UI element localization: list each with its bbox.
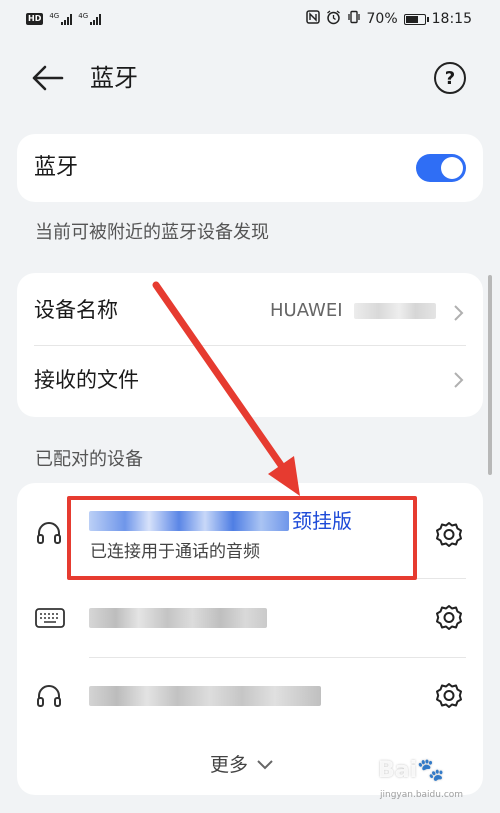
clock: 18:15 (431, 11, 472, 27)
paired-device-row[interactable]: 颈挂版 已连接用于通话的音频 (17, 483, 483, 578)
received-files-row[interactable]: 接收的文件 (17, 346, 483, 417)
paired-devices-label: 已配对的设备 (35, 449, 143, 470)
toggle-knob (441, 157, 463, 179)
battery-percent: 70% (366, 11, 398, 27)
headphones-icon (37, 685, 61, 707)
device-settings-button[interactable] (431, 600, 467, 636)
device-settings-button[interactable] (431, 517, 467, 553)
device-name-label: 设备名称 (34, 298, 118, 322)
header: 蓝牙 ? (0, 50, 500, 106)
keyboard-icon (35, 608, 65, 628)
device-status: 已连接用于通话的音频 (90, 542, 260, 562)
gear-icon (436, 522, 462, 547)
watermark-logo: Bai🐾 (378, 758, 445, 784)
more-button[interactable]: 更多 (210, 751, 274, 779)
watermark-url: jingyan.baidu.com (380, 790, 464, 800)
gear-icon (436, 683, 462, 708)
scrollbar-thumb[interactable] (488, 275, 492, 475)
help-icon: ? (444, 67, 456, 89)
alarm-icon (326, 9, 341, 29)
device-settings-button[interactable] (431, 678, 467, 714)
watermark-text: Bai (378, 758, 418, 783)
device-name-value: HUAWEI (270, 300, 437, 322)
back-arrow-icon (32, 65, 64, 91)
signal-icon: 4G (78, 13, 102, 25)
redacted-block (354, 303, 437, 319)
chevron-down-icon (257, 760, 273, 770)
redacted-block (89, 511, 289, 531)
status-bar-right: 70% 18:15 (305, 9, 472, 29)
status-bar-left: HD 4G 4G (26, 13, 102, 25)
bluetooth-label: 蓝牙 (34, 155, 79, 180)
nfc-icon (305, 10, 320, 28)
scrollbar[interactable] (488, 275, 492, 805)
back-button[interactable] (30, 62, 66, 94)
device-name-row[interactable]: 设备名称 HUAWEI (17, 273, 483, 345)
paired-device-row[interactable] (17, 658, 483, 736)
visibility-hint: 当前可被附近的蓝牙设备发现 (35, 222, 269, 243)
more-label: 更多 (210, 754, 249, 776)
hd-badge: HD (26, 13, 44, 25)
redacted-block (89, 686, 321, 706)
paw-icon: 🐾 (417, 758, 445, 783)
headphones-icon (37, 522, 61, 544)
status-bar: HD 4G 4G 70% 18:15 (0, 0, 500, 38)
chevron-right-icon (454, 305, 464, 321)
device-name-suffix: 颈挂版 (292, 509, 352, 533)
battery-icon (403, 13, 429, 25)
signal-icon: 4G (49, 13, 73, 25)
device-name-text: HUAWEI (270, 300, 343, 321)
chevron-right-icon (454, 372, 464, 388)
page-title: 蓝牙 (90, 64, 138, 92)
vibrate-icon (347, 10, 361, 28)
bluetooth-toggle-card: 蓝牙 (17, 134, 483, 202)
received-files-label: 接收的文件 (34, 368, 139, 392)
help-button[interactable]: ? (434, 62, 466, 94)
device-info-card: 设备名称 HUAWEI 接收的文件 (17, 273, 483, 417)
paired-device-row[interactable] (17, 579, 483, 657)
gear-icon (436, 605, 462, 630)
paired-devices-card: 颈挂版 已连接用于通话的音频 更多 (17, 483, 483, 795)
bluetooth-toggle[interactable] (416, 154, 466, 182)
redacted-block (89, 608, 267, 628)
